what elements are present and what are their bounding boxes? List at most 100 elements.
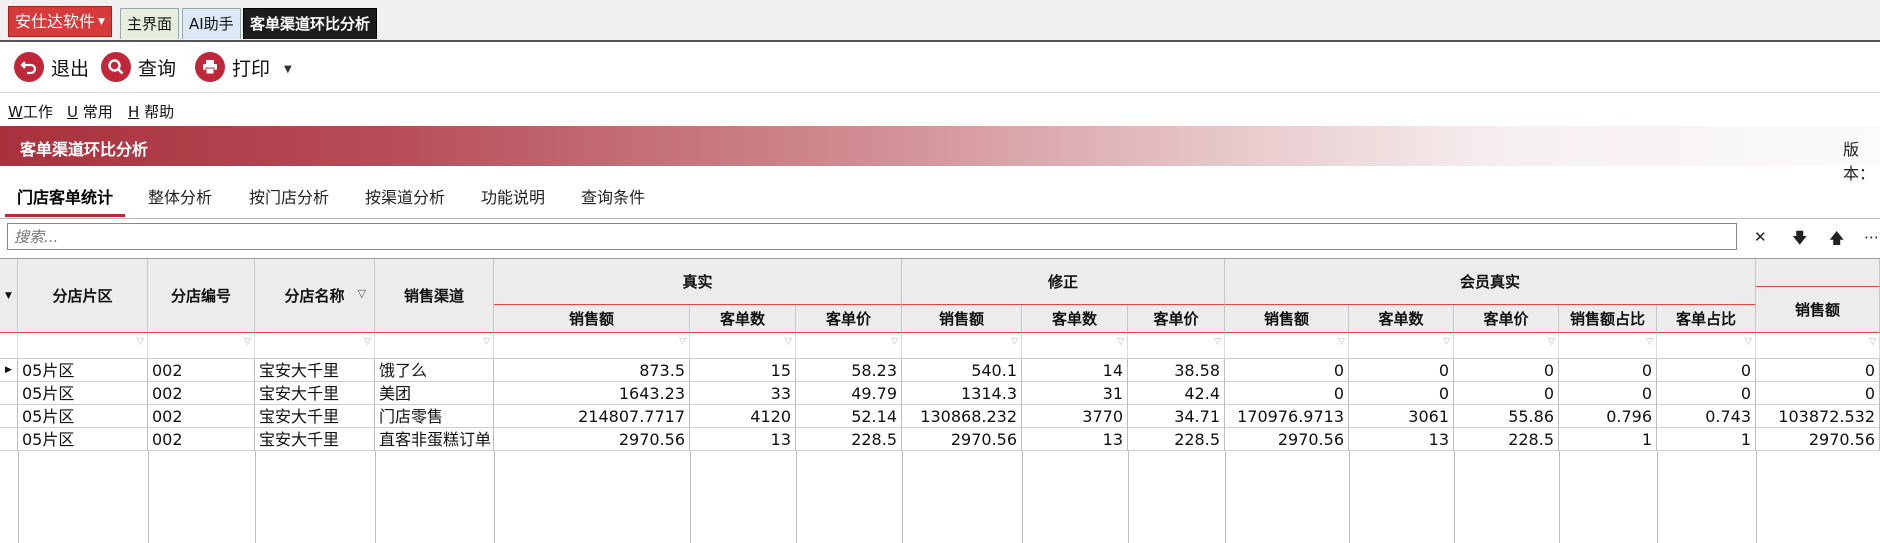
subtab-by-store[interactable]: 按门店分析 xyxy=(249,184,329,208)
row-indicator[interactable]: ▶ xyxy=(0,359,18,382)
filter-cell[interactable] xyxy=(1559,333,1657,359)
table-cell[interactable]: 0.743 xyxy=(1657,405,1756,428)
table-cell[interactable]: 门店零售 xyxy=(375,405,494,428)
print-dropdown-icon[interactable]: ▼ xyxy=(284,64,292,75)
table-cell[interactable]: 05片区 xyxy=(18,405,148,428)
table-cell[interactable]: 饿了么 xyxy=(375,359,494,382)
table-cell[interactable]: 228.5 xyxy=(796,428,902,451)
table-cell[interactable]: 0.796 xyxy=(1559,405,1657,428)
filter-cell[interactable] xyxy=(18,333,148,359)
tab-channel-analysis[interactable]: 客单渠道环比分析 xyxy=(243,8,378,39)
subheader-sales[interactable]: 销售额 xyxy=(902,305,1022,333)
subheader-orders[interactable]: 客单数 xyxy=(1022,305,1128,333)
query-button[interactable]: 查询 xyxy=(101,51,176,83)
arrow-down-icon[interactable]: 🡇 xyxy=(1792,228,1807,253)
table-cell[interactable]: 130868.232 xyxy=(902,405,1022,428)
app-brand-menu[interactable]: 安仕达软件 ▼ xyxy=(8,6,112,37)
table-cell[interactable]: 228.5 xyxy=(1128,428,1225,451)
subheader-sales[interactable]: 销售额 xyxy=(1756,287,1880,333)
table-cell[interactable]: 05片区 xyxy=(18,359,148,382)
table-cell[interactable]: 540.1 xyxy=(902,359,1022,382)
table-cell[interactable]: 873.5 xyxy=(494,359,690,382)
table-cell[interactable]: 0 xyxy=(1225,359,1349,382)
table-cell[interactable]: 15 xyxy=(690,359,796,382)
header-store-name[interactable]: 分店名称 ▽ xyxy=(255,259,375,333)
table-cell[interactable]: 05片区 xyxy=(18,382,148,405)
table-cell[interactable]: 34.71 xyxy=(1128,405,1225,428)
subtab-overall[interactable]: 整体分析 xyxy=(148,184,212,208)
print-button[interactable]: 打印 xyxy=(195,51,270,83)
table-cell[interactable]: 103872.532 xyxy=(1756,405,1880,428)
table-cell[interactable]: 0 xyxy=(1454,359,1559,382)
table-cell[interactable]: 0 xyxy=(1454,382,1559,405)
filter-cell[interactable] xyxy=(1349,333,1454,359)
table-cell[interactable]: 55.86 xyxy=(1454,405,1559,428)
table-cell[interactable]: 002 xyxy=(148,405,255,428)
more-icon[interactable]: ⋯ xyxy=(1864,228,1879,246)
table-cell[interactable]: 0 xyxy=(1559,382,1657,405)
table-cell[interactable]: 13 xyxy=(1349,428,1454,451)
table-cell[interactable]: 0 xyxy=(1657,382,1756,405)
menu-common[interactable]: U 常用 xyxy=(67,101,113,122)
subheader-sales-ratio[interactable]: 销售额占比 xyxy=(1559,305,1657,333)
menu-help[interactable]: H 帮助 xyxy=(128,101,174,122)
table-cell[interactable]: 214807.7717 xyxy=(494,405,690,428)
table-cell[interactable]: 33 xyxy=(690,382,796,405)
header-channel[interactable]: 销售渠道 xyxy=(375,259,494,333)
table-cell[interactable]: 0 xyxy=(1349,359,1454,382)
subheader-avg[interactable]: 客单价 xyxy=(1454,305,1559,333)
filter-cell[interactable] xyxy=(1128,333,1225,359)
table-cell[interactable]: 宝安大千里 xyxy=(255,428,375,451)
filter-cell[interactable] xyxy=(148,333,255,359)
table-cell[interactable]: 1643.23 xyxy=(494,382,690,405)
table-cell[interactable]: 0 xyxy=(1756,382,1880,405)
subheader-order-ratio[interactable]: 客单占比 xyxy=(1657,305,1756,333)
table-cell[interactable]: 13 xyxy=(690,428,796,451)
filter-cell[interactable] xyxy=(902,333,1022,359)
table-cell[interactable]: 13 xyxy=(1022,428,1128,451)
table-cell[interactable]: 0 xyxy=(1349,382,1454,405)
table-cell[interactable]: 0 xyxy=(1225,382,1349,405)
table-cell[interactable]: 1314.3 xyxy=(902,382,1022,405)
table-cell[interactable]: 1 xyxy=(1657,428,1756,451)
exit-button[interactable]: 退出 xyxy=(14,51,89,83)
table-cell[interactable]: 2970.56 xyxy=(1756,428,1880,451)
table-cell[interactable]: 0 xyxy=(1657,359,1756,382)
table-cell[interactable]: 2970.56 xyxy=(1225,428,1349,451)
row-indicator[interactable] xyxy=(0,428,18,451)
filter-cell[interactable] xyxy=(375,333,494,359)
table-cell[interactable]: 002 xyxy=(148,428,255,451)
table-cell[interactable]: 0 xyxy=(1559,359,1657,382)
menu-work[interactable]: W工作 xyxy=(8,101,53,122)
filter-cell[interactable] xyxy=(1022,333,1128,359)
table-cell[interactable]: 宝安大千里 xyxy=(255,382,375,405)
filter-cell[interactable] xyxy=(1657,333,1756,359)
filter-cell[interactable] xyxy=(494,333,690,359)
subheader-avg[interactable]: 客单价 xyxy=(1128,305,1225,333)
row-indicator[interactable] xyxy=(0,382,18,405)
table-cell[interactable]: 49.79 xyxy=(796,382,902,405)
table-cell[interactable]: 宝安大千里 xyxy=(255,405,375,428)
filter-cell[interactable] xyxy=(1756,333,1880,359)
header-region[interactable]: 分店片区 xyxy=(18,259,148,333)
filter-cell[interactable] xyxy=(796,333,902,359)
header-store-code[interactable]: 分店编号 xyxy=(148,259,255,333)
table-cell[interactable]: 228.5 xyxy=(1454,428,1559,451)
grid-corner[interactable]: ▼ xyxy=(0,259,18,333)
filter-cell[interactable] xyxy=(1454,333,1559,359)
tab-main[interactable]: 主界面 xyxy=(120,8,180,39)
subheader-sales[interactable]: 销售额 xyxy=(494,305,690,333)
filter-icon[interactable]: ▽ xyxy=(358,287,366,300)
subtab-by-channel[interactable]: 按渠道分析 xyxy=(365,184,445,208)
tab-ai-assistant[interactable]: AI助手 xyxy=(182,8,241,39)
filter-cell[interactable] xyxy=(690,333,796,359)
table-cell[interactable]: 美团 xyxy=(375,382,494,405)
table-cell[interactable]: 58.23 xyxy=(796,359,902,382)
table-cell[interactable]: 05片区 xyxy=(18,428,148,451)
table-cell[interactable]: 1 xyxy=(1559,428,1657,451)
table-cell[interactable]: 4120 xyxy=(690,405,796,428)
row-indicator[interactable] xyxy=(0,405,18,428)
subheader-avg[interactable]: 客单价 xyxy=(796,305,902,333)
subtab-help[interactable]: 功能说明 xyxy=(481,184,545,208)
subtab-store-stats[interactable]: 门店客单统计 xyxy=(17,184,113,208)
